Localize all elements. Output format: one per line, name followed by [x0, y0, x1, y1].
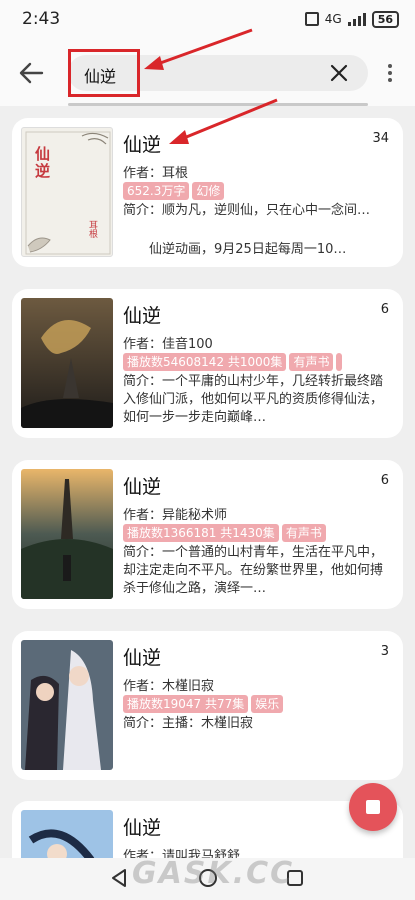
book-intro: 简介：顺为凡，逆则仙，只在心中一念间…	[123, 203, 371, 218]
book-title: 仙逆	[123, 134, 162, 156]
tag-list: 播放数1366181 共1430集 有声书	[123, 524, 326, 542]
tag: 有声书	[281, 524, 326, 542]
book-count: 34	[372, 131, 389, 146]
book-author: 作者：异能秘术师	[123, 508, 228, 523]
battery-icon: 56	[371, 10, 399, 28]
book-cover	[21, 298, 113, 428]
result-card[interactable]: 仙逆 6 作者：异能秘术师 播放数1366181 共1430集 有声书 简介：一…	[12, 460, 403, 609]
book-count: 6	[380, 302, 389, 317]
tag: 播放数1366181 共1430集	[123, 524, 279, 542]
book-count: 3	[380, 644, 389, 659]
cover-title: 仙逆	[33, 146, 51, 180]
book-intro: 简介：一个普通的山村青年，生活在平凡中，却注定走向不平凡。在纷繁世界里，他如何搏…	[123, 545, 384, 596]
status-time: 2:43	[22, 9, 61, 29]
search-input[interactable]: 仙逆	[68, 55, 368, 91]
tag-list: 652.3万字 幻修	[123, 182, 225, 200]
signal-icon	[347, 12, 366, 26]
book-author: 作者：耳根	[123, 166, 189, 181]
tag: 娱乐	[251, 695, 284, 713]
tag: 幻修	[192, 182, 225, 200]
book-intro: 简介：主播：木槿旧寂	[123, 716, 254, 731]
book-intro: 简介：一个平庸的山村少年，几经转折最终踏入修仙门派，他如何以平凡的资质修得仙法，…	[123, 374, 384, 425]
book-title: 仙逆	[123, 476, 162, 498]
cover-author: 耳根	[87, 220, 97, 238]
clear-icon[interactable]	[330, 64, 348, 82]
result-card[interactable]: 仙逆 6 作者：佳音100 播放数54608142 共1000集 有声书 简介：…	[12, 289, 403, 438]
tag: 652.3万字	[123, 182, 190, 200]
search-underline	[68, 103, 368, 106]
book-title: 仙逆	[123, 305, 162, 327]
tag-list: 播放数19047 共77集 娱乐	[123, 695, 284, 713]
vibrate-icon	[304, 12, 319, 26]
search-app-bar: 仙逆	[0, 38, 415, 106]
search-query[interactable]: 仙逆	[84, 63, 116, 87]
nav-back-icon[interactable]	[110, 868, 128, 888]
book-cover	[21, 469, 113, 599]
book-title: 仙逆	[123, 647, 162, 669]
result-card[interactable]: 仙逆 耳根 仙逆 34 作者：耳根 652.3万字 幻修 简介：顺为凡，逆则仙，…	[12, 118, 403, 267]
book-cover	[21, 640, 113, 770]
tag: 播放数19047 共77集	[123, 695, 249, 713]
book-count: 6	[380, 473, 389, 488]
back-arrow-icon[interactable]	[18, 60, 44, 86]
stop-icon	[366, 800, 380, 814]
tag-list: 播放数54608142 共1000集 有声书	[123, 353, 343, 371]
status-icons: 4G 56	[304, 10, 399, 28]
more-vertical-icon[interactable]	[382, 63, 398, 83]
tag: 播放数54608142 共1000集	[123, 353, 287, 371]
book-cover: 仙逆 耳根	[21, 127, 113, 257]
book-author: 作者：佳音100	[123, 337, 213, 352]
stop-button[interactable]	[349, 783, 397, 831]
book-author: 作者：木槿旧寂	[123, 679, 215, 694]
status-bar: 2:43 4G 56	[0, 0, 415, 38]
book-update: 仙逆动画，9月25日起每周一10…	[149, 242, 347, 257]
tag-overflow	[336, 353, 343, 371]
book-title: 仙逆	[123, 817, 162, 839]
tag: 有声书	[289, 353, 334, 371]
watermark: GASK.CC	[132, 856, 295, 891]
network-type: 4G	[324, 12, 342, 26]
result-card[interactable]: 仙逆 3 作者：木槿旧寂 播放数19047 共77集 娱乐 简介：主播：木槿旧寂	[12, 631, 403, 780]
